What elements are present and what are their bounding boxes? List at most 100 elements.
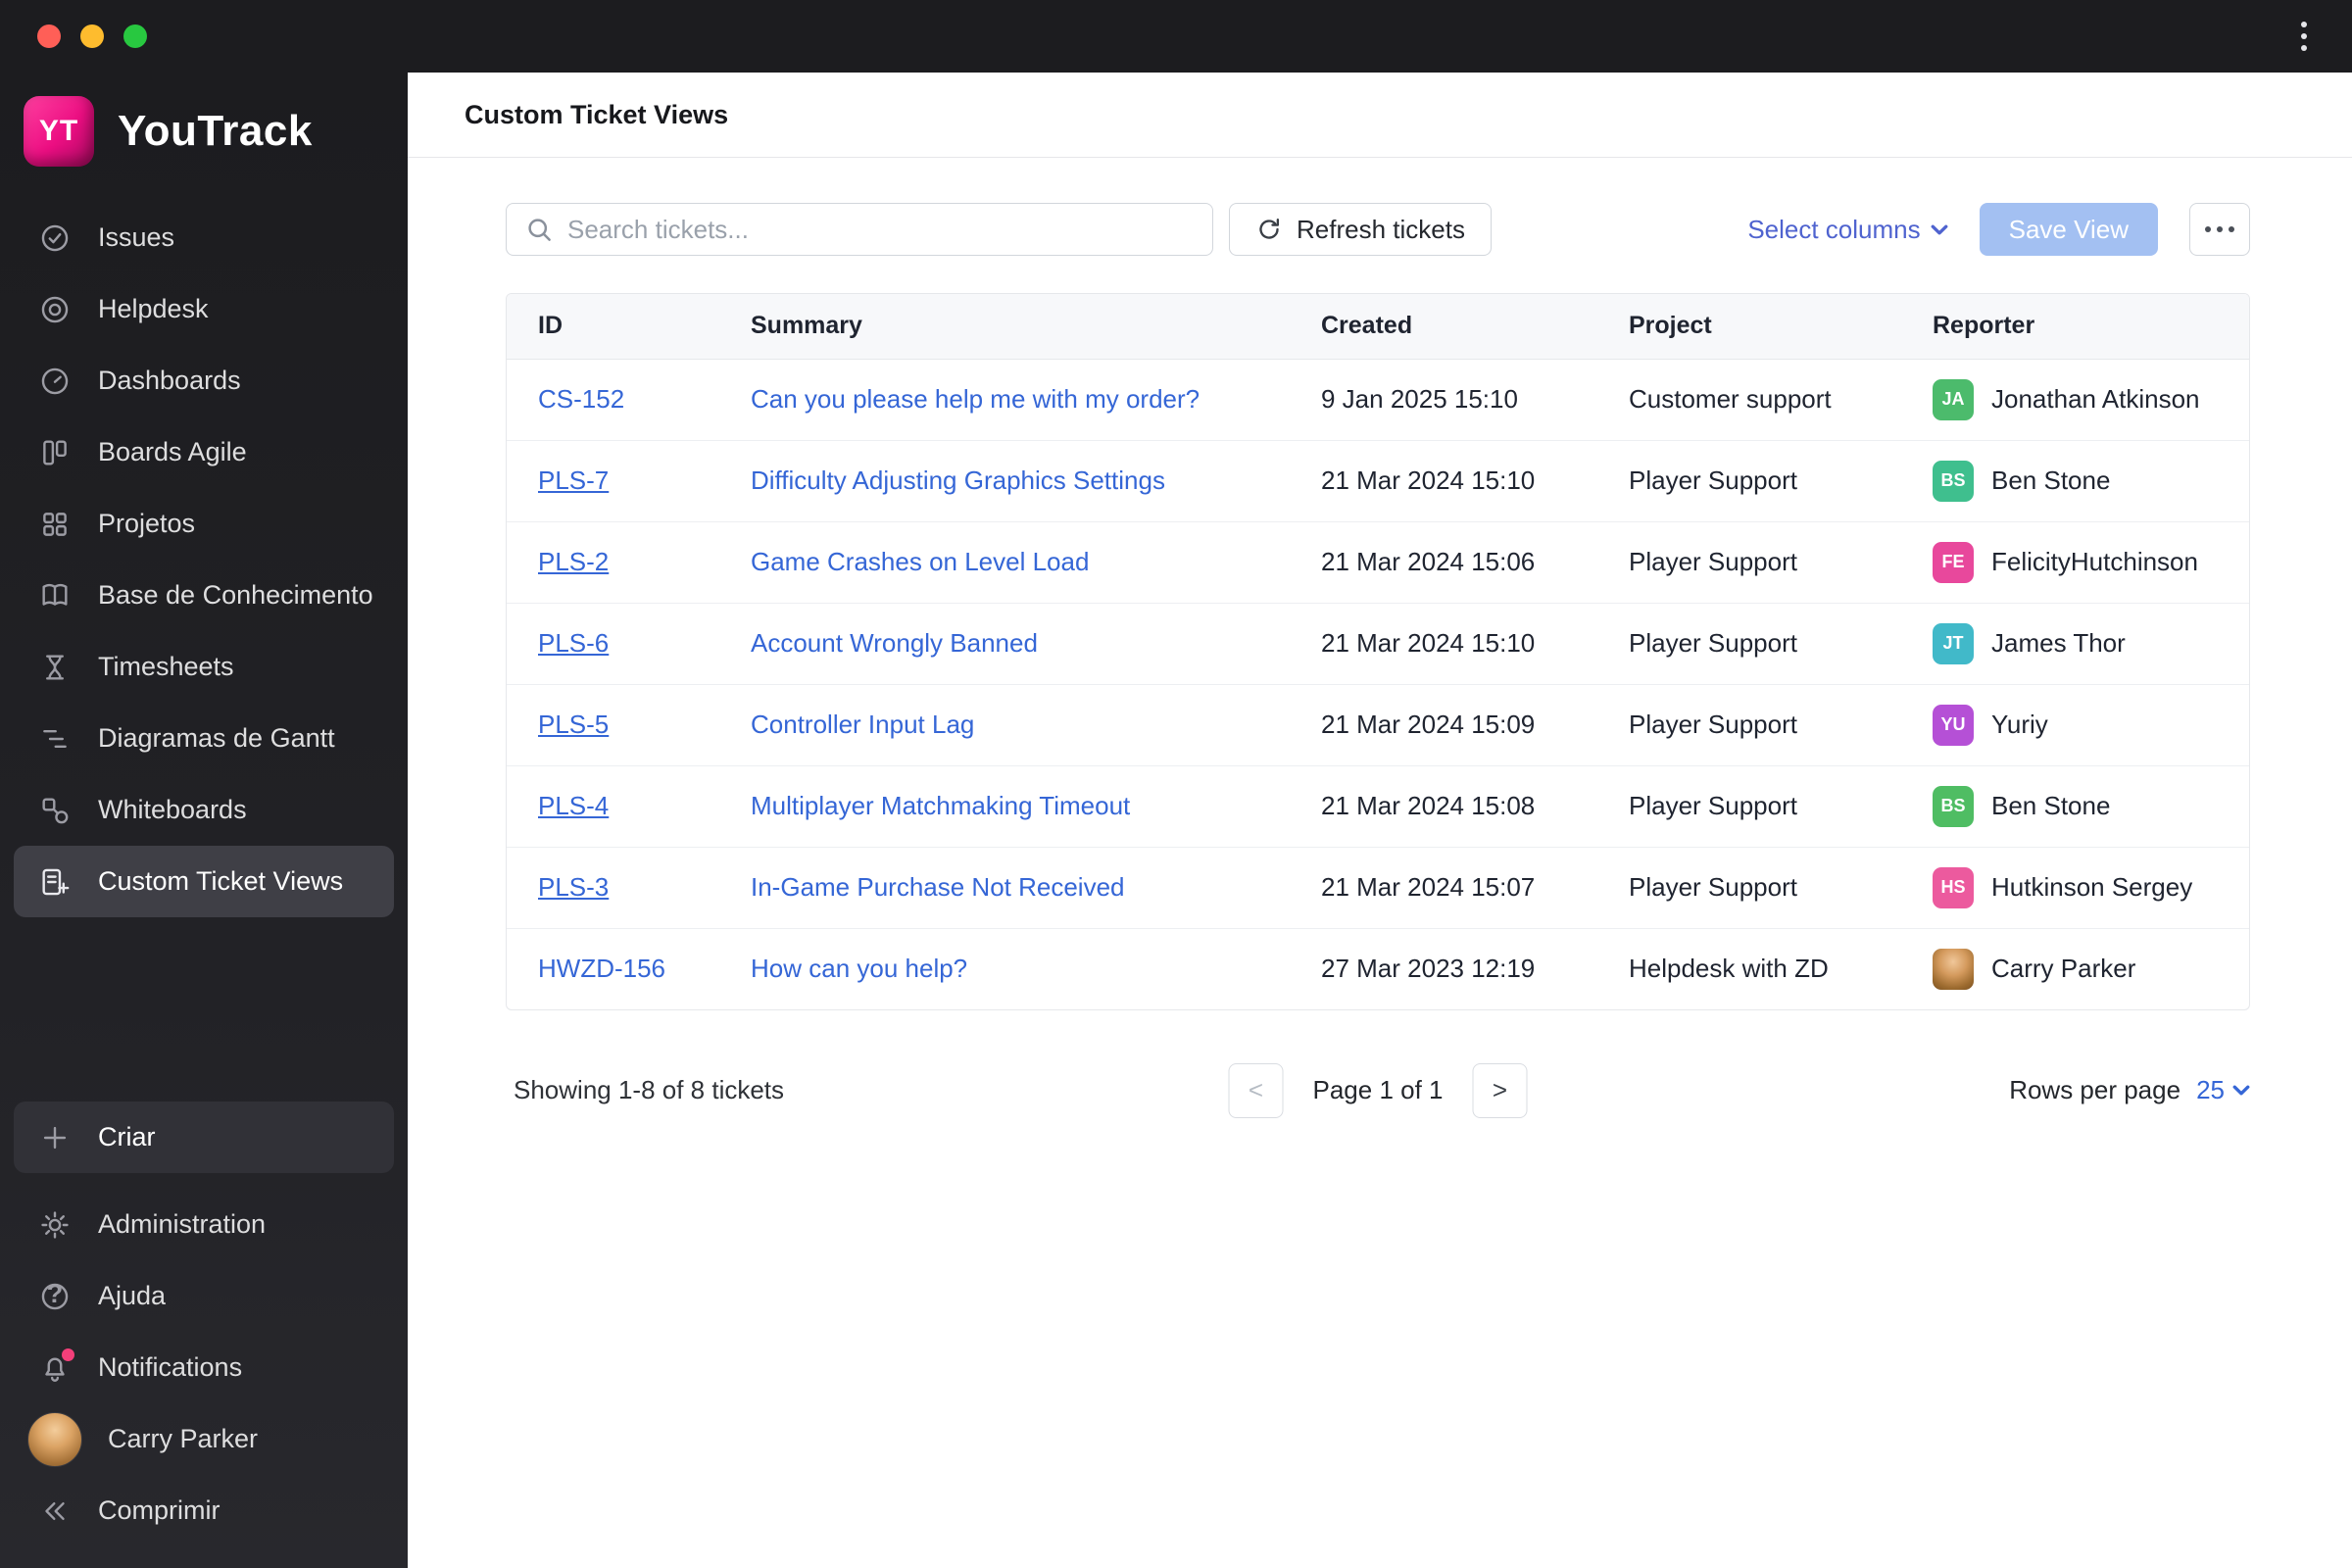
previous-page-button[interactable]: < bbox=[1228, 1062, 1284, 1118]
ticket-id-link[interactable]: PLS-7 bbox=[538, 466, 609, 495]
reporter-avatar: BS bbox=[1933, 460, 1974, 502]
sidebar-item-notifications[interactable]: Notifications bbox=[14, 1332, 394, 1403]
kebab-menu-icon[interactable] bbox=[2293, 14, 2315, 59]
next-page-button[interactable]: > bbox=[1472, 1062, 1528, 1118]
page-header: Custom Ticket Views bbox=[408, 73, 2352, 158]
chevron-down-icon bbox=[1931, 223, 1948, 236]
sidebar-item-whiteboards[interactable]: Whiteboards bbox=[14, 774, 394, 846]
rows-per-page-value: 25 bbox=[2196, 1075, 2225, 1104]
search-box[interactable] bbox=[506, 203, 1213, 256]
ticket-id-link[interactable]: PLS-2 bbox=[538, 547, 609, 576]
ticket-project: Customer support bbox=[1595, 359, 1899, 441]
sidebar-item-label: Comprimir bbox=[98, 1495, 220, 1525]
ticket-summary-link[interactable]: Account Wrongly Banned bbox=[751, 628, 1038, 658]
sidebar-item-helpdesk[interactable]: Helpdesk bbox=[14, 273, 394, 345]
save-view-button[interactable]: Save View bbox=[1979, 203, 2158, 256]
table-row: PLS-7 Difficulty Adjusting Graphics Sett… bbox=[507, 440, 2249, 522]
select-columns-dropdown[interactable]: Select columns bbox=[1747, 214, 1948, 245]
select-columns-label: Select columns bbox=[1747, 214, 1921, 244]
ticket-id-link[interactable]: HWZD-156 bbox=[538, 954, 665, 983]
sidebar-nav: Issues Helpdesk Dashboards Boards Agile … bbox=[0, 202, 408, 917]
ticket-summary-link[interactable]: Difficulty Adjusting Graphics Settings bbox=[751, 466, 1165, 495]
ticket-summary-link[interactable]: In-Game Purchase Not Received bbox=[751, 872, 1125, 902]
sidebar-item-label: Carry Parker bbox=[108, 1424, 259, 1453]
ticket-summary-link[interactable]: Game Crashes on Level Load bbox=[751, 547, 1089, 576]
app-title: YouTrack bbox=[118, 107, 313, 155]
rows-per-page-label: Rows per page bbox=[2009, 1075, 2181, 1104]
ticket-summary-link[interactable]: Can you please help me with my order? bbox=[751, 384, 1200, 414]
ticket-created: 27 Mar 2023 12:19 bbox=[1321, 954, 1536, 984]
sidebar-item-issues[interactable]: Issues bbox=[14, 202, 394, 273]
ticket-id-link[interactable]: PLS-4 bbox=[538, 791, 609, 820]
search-icon bbox=[528, 219, 551, 241]
table-row: PLS-6 Account Wrongly Banned 21 Mar 2024… bbox=[507, 603, 2249, 685]
ticket-created: 21 Mar 2024 15:08 bbox=[1288, 765, 1595, 848]
toolbar: Refresh tickets Select columns Save View bbox=[506, 203, 2250, 256]
table-header-row: ID Summary Created Project Reporter bbox=[507, 294, 2249, 360]
reporter-name: Jonathan Atkinson bbox=[1991, 384, 2200, 414]
check-circle-icon bbox=[37, 220, 73, 256]
reporter-name: James Thor bbox=[1991, 628, 2126, 658]
table-row: PLS-5 Controller Input Lag 21 Mar 2024 1… bbox=[507, 684, 2249, 766]
gauge-icon bbox=[37, 364, 73, 399]
sidebar-item-label: Diagramas de Gantt bbox=[98, 723, 335, 753]
sidebar-item-boards-agile[interactable]: Boards Agile bbox=[14, 416, 394, 488]
close-window-button[interactable] bbox=[37, 24, 61, 48]
sidebar-item-knowledge-base[interactable]: Base de Conhecimento bbox=[14, 560, 394, 631]
ticket-summary-link[interactable]: How can you help? bbox=[751, 954, 967, 983]
page-indicator: Page 1 of 1 bbox=[1312, 1075, 1444, 1104]
pagination: < Page 1 of 1 > bbox=[1228, 1062, 1528, 1118]
sidebar-bottom: Criar Administration ? Ajuda Notificatio… bbox=[0, 1102, 408, 1568]
ticket-summary-link[interactable]: Multiplayer Matchmaking Timeout bbox=[751, 791, 1130, 820]
reporter-name: Ben Stone bbox=[1991, 791, 2111, 820]
shapes-icon bbox=[37, 793, 73, 828]
sidebar-item-gantt[interactable]: Diagramas de Gantt bbox=[14, 703, 394, 774]
ticket-id-link[interactable]: PLS-3 bbox=[538, 872, 609, 902]
ticket-project: Player Support bbox=[1595, 603, 1899, 685]
more-options-button[interactable] bbox=[2189, 203, 2250, 256]
chevron-down-icon bbox=[2232, 1084, 2250, 1097]
ticket-project: Helpdesk with ZD bbox=[1629, 954, 1829, 984]
sidebar-item-projects[interactable]: Projetos bbox=[14, 488, 394, 560]
ticket-created: 21 Mar 2024 15:10 bbox=[1288, 440, 1595, 522]
sidebar-item-help[interactable]: ? Ajuda bbox=[14, 1260, 394, 1332]
sidebar-item-profile[interactable]: Carry Parker bbox=[14, 1403, 394, 1475]
showing-count: Showing 1-8 of 8 tickets bbox=[514, 1075, 785, 1104]
book-icon bbox=[37, 578, 73, 613]
ticket-summary-link[interactable]: Controller Input Lag bbox=[751, 710, 974, 739]
ticket-id-link[interactable]: PLS-6 bbox=[538, 628, 609, 658]
traffic-lights bbox=[37, 24, 147, 48]
hourglass-icon bbox=[37, 650, 73, 685]
reporter-avatar-photo bbox=[1933, 948, 1974, 990]
ticket-project: Player Support bbox=[1595, 847, 1899, 929]
help-circle-icon: ? bbox=[37, 1279, 73, 1314]
sidebar-item-label: Base de Conhecimento bbox=[98, 580, 373, 610]
search-input[interactable] bbox=[567, 214, 1195, 245]
ticket-id-link[interactable]: CS-152 bbox=[538, 384, 624, 414]
table-row: HWZD-156 How can you help? 27 Mar 2023 1… bbox=[507, 928, 2249, 1009]
notification-dot bbox=[62, 1348, 74, 1361]
ticket-id-link[interactable]: PLS-5 bbox=[538, 710, 609, 739]
zoom-window-button[interactable] bbox=[123, 24, 147, 48]
plus-icon bbox=[37, 1120, 73, 1155]
sidebar-item-administration[interactable]: Administration bbox=[14, 1189, 394, 1260]
sidebar-item-label: Projetos bbox=[98, 509, 196, 538]
app-logo[interactable]: YT YouTrack bbox=[0, 73, 408, 174]
page-title: Custom Ticket Views bbox=[465, 99, 729, 129]
sidebar-item-collapse[interactable]: Comprimir bbox=[14, 1475, 394, 1546]
double-chevron-left-icon bbox=[37, 1494, 73, 1529]
reporter-avatar: JT bbox=[1933, 622, 1974, 664]
create-button-label: Criar bbox=[98, 1122, 156, 1152]
sidebar-item-label: Whiteboards bbox=[98, 795, 247, 824]
sidebar-item-custom-ticket-views[interactable]: Custom Ticket Views bbox=[14, 846, 394, 917]
bell-icon bbox=[37, 1348, 74, 1386]
sidebar-item-dashboards[interactable]: Dashboards bbox=[14, 345, 394, 416]
reporter-name: Ben Stone bbox=[1991, 466, 2111, 495]
reporter-name: Yuriy bbox=[1991, 710, 2048, 739]
rows-per-page-select[interactable]: 25 bbox=[2196, 1075, 2250, 1105]
sidebar-item-timesheets[interactable]: Timesheets bbox=[14, 631, 394, 703]
ticket-project: Player Support bbox=[1595, 521, 1899, 604]
minimize-window-button[interactable] bbox=[80, 24, 104, 48]
create-button[interactable]: Criar bbox=[14, 1102, 394, 1173]
refresh-tickets-button[interactable]: Refresh tickets bbox=[1229, 203, 1492, 256]
